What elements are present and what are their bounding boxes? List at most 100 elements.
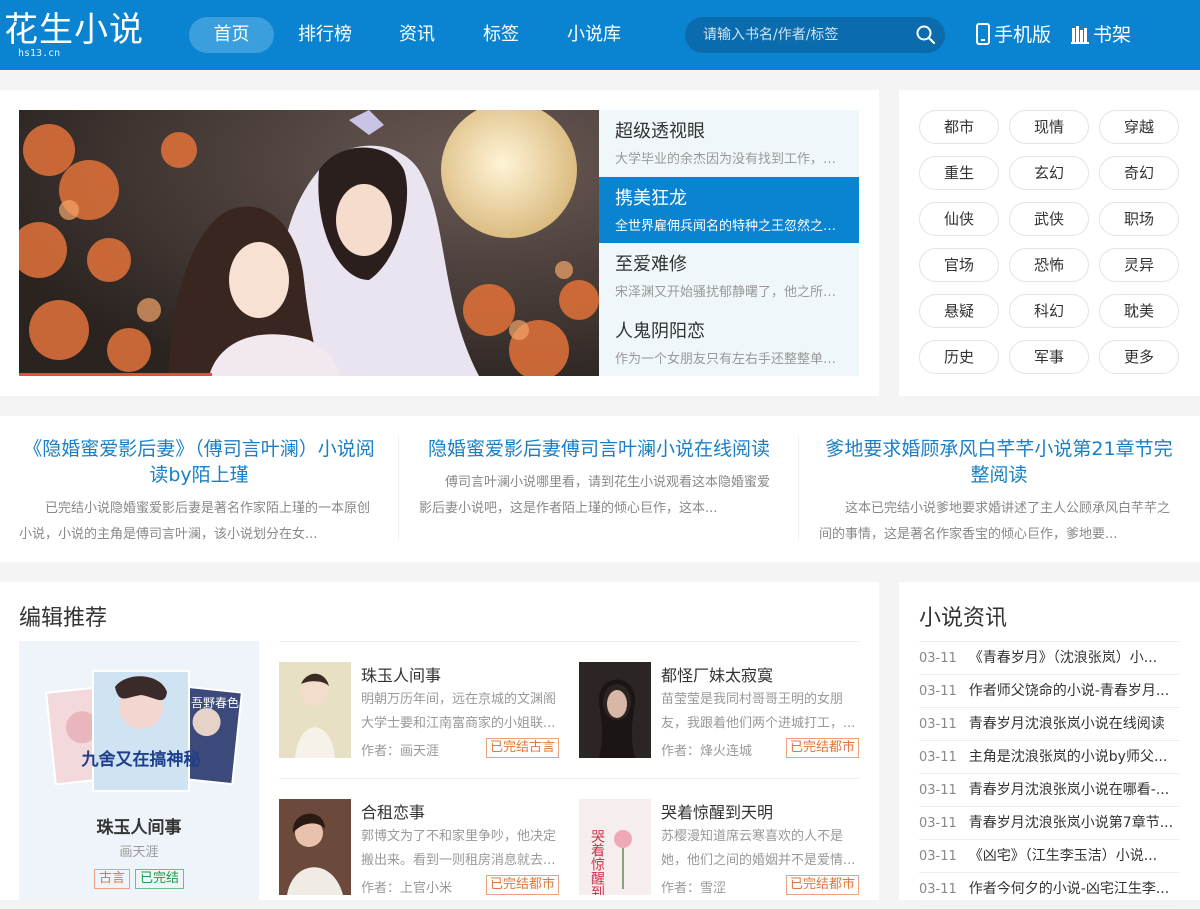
book-status-badge: 已完结古言	[485, 738, 559, 758]
banner-story-item-active[interactable]: 携美狂龙 全世界雇佣兵闻名的特种之王忽然之间...	[599, 176, 859, 243]
tag-item[interactable]: 悬疑	[919, 294, 999, 328]
featured-article: 隐婚蜜爱影后妻傅司言叶澜小说在线阅读 傅司言叶澜小说哪里看，请到花生小说观看这本…	[419, 436, 779, 522]
tag-item-more[interactable]: 更多	[1099, 340, 1179, 374]
tag-item[interactable]: 穿越	[1099, 110, 1179, 144]
news-title: 《青春岁月》（沈浪张岚）小...	[968, 650, 1158, 666]
story-title: 人鬼阴阳恋	[615, 320, 705, 342]
logo-text: 花生小说	[4, 10, 144, 50]
nav-link-ranking[interactable]: 排行榜	[285, 17, 365, 53]
divider	[798, 436, 799, 540]
nav-item-news[interactable]: 资讯	[385, 17, 449, 53]
bookshelf-link[interactable]: 书架	[1071, 22, 1131, 48]
tag-item[interactable]: 都市	[919, 110, 999, 144]
divider	[279, 641, 859, 642]
cover-title: 九舍又在搞神秘	[81, 749, 201, 770]
book-status-badge: 已完结都市	[785, 875, 859, 895]
book-desc: 苗莹莹是我同村哥哥王明的女朋友，我跟着他们两个进城打工，...	[661, 692, 856, 731]
news-item[interactable]: 03-11 青春岁月沈浪张岚小说第7章节...	[919, 807, 1179, 840]
tag-item[interactable]: 耽美	[1099, 294, 1179, 328]
news-title: 作者师父饶命的小说-青春岁月...	[968, 683, 1170, 699]
nav-link-news[interactable]: 资讯	[385, 17, 449, 53]
tag-item[interactable]: 科幻	[1009, 294, 1089, 328]
news-item[interactable]: 03-11 《青春岁月》（沈浪张岚）小...	[919, 642, 1179, 675]
news-date: 03-11	[919, 849, 957, 864]
nav-item-tags[interactable]: 标签	[469, 17, 533, 53]
news-item[interactable]: 03-11 作者师父饶命的小说-青春岁月...	[919, 675, 1179, 708]
news-item[interactable]: 03-11 作者今何夕的小说-凶宅江生李...	[919, 873, 1179, 906]
tag-item[interactable]: 官场	[919, 248, 999, 282]
news-item[interactable]: 03-11 主角是沈浪张岚的小说by师父...	[919, 741, 1179, 774]
banner-image[interactable]	[19, 110, 599, 376]
featured-article-summary: 已完结小说隐婚蜜爱影后妻是著名作家陌上瑾的一本原创小说，小说的主角是傅司言叶澜，…	[19, 501, 371, 542]
book-cover	[279, 799, 351, 895]
book-item[interactable]: 都怪厂妹太寂寞 苗莹莹是我同村哥哥王明的女朋友，我跟着他们两个进城打工，... …	[579, 662, 859, 772]
nav-link-library[interactable]: 小说库	[556, 17, 632, 53]
book-item[interactable]: 哭着惊醒到天明 哭着惊醒到天明 苏樱漫知道席云寒喜欢的人不是她，他们之间的婚姻并…	[579, 799, 859, 909]
banner-story-item[interactable]: 人鬼阴阳恋 作为一个女朋友只有左右手还整整单身...	[599, 310, 859, 377]
cover-title-right: 吾野春色	[191, 696, 239, 710]
banner-illustration	[19, 110, 599, 376]
cover-text: 哭着惊醒到天明	[589, 829, 605, 895]
news-item[interactable]: 03-11 青春岁月沈浪张岚小说在哪看-...	[919, 774, 1179, 807]
tag-item[interactable]: 玄幻	[1009, 156, 1089, 190]
featured-book-card[interactable]: 九舍又在搞神秘 吾野春色 珠玉人间事 画天涯 古言 已完结	[19, 641, 259, 900]
featured-article-title[interactable]: 《隐婚蜜爱影后妻》（傅司言叶澜）小说阅读by陌上瑾	[19, 436, 379, 488]
news-list: 03-11 《青春岁月》（沈浪张岚）小... 03-11 作者师父饶命的小说-青春岁…	[919, 641, 1179, 906]
nav-item-library[interactable]: 小说库	[556, 17, 632, 53]
bookshelf-icon	[1071, 26, 1089, 44]
news-date: 03-11	[919, 684, 957, 699]
banner-story-item[interactable]: 超级透视眼 大学毕业的余杰因为没有找到工作，求...	[599, 110, 859, 177]
tag-item[interactable]: 恐怖	[1009, 248, 1089, 282]
tag-item[interactable]: 军事	[1009, 340, 1089, 374]
nav-item-home[interactable]: 首页	[189, 17, 274, 53]
story-title: 至爱难修	[615, 254, 687, 275]
story-desc: 大学毕业的余杰因为没有找到工作，求...	[615, 152, 843, 167]
tag-item[interactable]: 武侠	[1009, 202, 1089, 236]
book-title: 合租恋事	[361, 803, 426, 822]
featured-book-badges: 古言 已完结	[19, 867, 259, 889]
site-logo[interactable]: 花生小说 hs13.cn	[4, 10, 144, 59]
nav-item-ranking[interactable]: 排行榜	[285, 17, 365, 53]
story-desc: 宋泽渊又开始骚扰郁静曙了，他之所以...	[615, 285, 843, 300]
news-date: 03-11	[919, 816, 957, 831]
mobile-phone-icon	[976, 23, 990, 45]
divider	[279, 778, 859, 779]
book-author: 作者：烽火连城	[661, 744, 753, 759]
book-item[interactable]: 合租恋事 郭博文为了不和家里争吵，他决定搬出来。看到一则租房消息就去... 作者…	[279, 799, 559, 909]
book-author: 作者：画天涯	[361, 744, 440, 759]
tag-item[interactable]: 仙侠	[919, 202, 999, 236]
banner-story-list: 超级透视眼 大学毕业的余杰因为没有找到工作，求... 携美狂龙 全世界雇佣兵闻名…	[599, 110, 859, 376]
search-input[interactable]	[703, 17, 903, 53]
featured-article: 爹地要求婚顾承风白芊芊小说第21章节完整阅读 这本已完结小说爹地要求婚讲述了主人…	[819, 436, 1179, 548]
book-desc: 苏樱漫知道席云寒喜欢的人不是她，他们之间的婚姻并不是爱情...	[661, 829, 856, 868]
search-icon[interactable]	[915, 24, 937, 46]
book-author: 作者：上官小米	[361, 881, 453, 896]
featured-book-covers: 九舍又在搞神秘 吾野春色	[45, 670, 243, 792]
section-title-editor: 编辑推荐	[19, 606, 108, 631]
news-item[interactable]: 03-11 《凶宅》（江生李玉洁）小说...	[919, 840, 1179, 873]
tag-item[interactable]: 奇幻	[1099, 156, 1179, 190]
featured-article-title[interactable]: 隐婚蜜爱影后妻傅司言叶澜小说在线阅读	[419, 436, 779, 462]
featured-article-summary: 傅司言叶澜小说哪里看，请到花生小说观看这本隐婚蜜爱影后妻小说吧，这是作者陌上瑾的…	[419, 475, 771, 516]
tag-item[interactable]: 职场	[1099, 202, 1179, 236]
news-date: 03-11	[919, 882, 957, 897]
book-item[interactable]: 珠玉人间事 明朝万历年间，远在京城的文渊阁大学士要和江南富商家的小姐联... 作…	[279, 662, 559, 772]
section-title-news: 小说资讯	[919, 606, 1008, 631]
nav-link-home[interactable]: 首页	[189, 17, 274, 53]
bookshelf-label: 书架	[1093, 24, 1132, 46]
nav-link-tags[interactable]: 标签	[469, 17, 533, 53]
story-desc: 作为一个女朋友只有左右手还整整单身...	[615, 351, 843, 367]
news-item[interactable]: 03-11 青春岁月沈浪张岚小说在线阅读	[919, 708, 1179, 741]
banner-progress	[19, 373, 212, 376]
banner-story-item[interactable]: 至爱难修 宋泽渊又开始骚扰郁静曙了，他之所以...	[599, 243, 859, 310]
featured-article-title[interactable]: 爹地要求婚顾承风白芊芊小说第21章节完整阅读	[819, 436, 1179, 488]
news-title: 青春岁月沈浪张岚小说在线阅读	[968, 716, 1165, 732]
top-navbar: 花生小说 hs13.cn 首页 排行榜 资讯 标签 小说库 手机版 书架	[0, 0, 1200, 70]
tag-item[interactable]: 重生	[919, 156, 999, 190]
mobile-version-link[interactable]: 手机版	[976, 22, 1051, 48]
tag-item[interactable]: 灵异	[1099, 248, 1179, 282]
tag-item[interactable]: 现情	[1009, 110, 1089, 144]
news-date: 03-11	[919, 750, 957, 765]
tag-item[interactable]: 历史	[919, 340, 999, 374]
book-title: 都怪厂妹太寂寞	[661, 666, 774, 685]
